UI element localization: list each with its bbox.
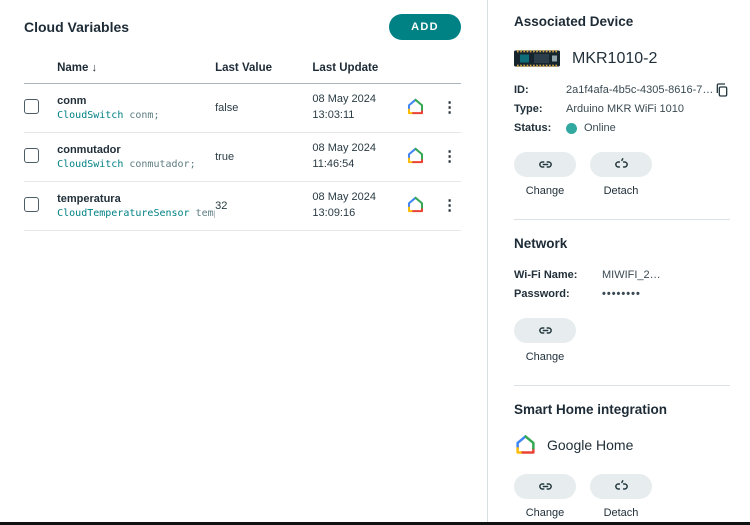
network-title: Network [514,236,568,251]
network-section: Network Wi-Fi Name: MIWIFI_2… Password: … [514,219,730,363]
variable-declaration: CloudTemperatureSensor temp… [57,207,215,219]
detach-integration-button[interactable] [590,474,652,499]
integration-column-header [406,56,439,84]
copy-id-icon[interactable] [714,82,730,98]
integration-service-name: Google Home [547,436,634,453]
row-checkbox[interactable] [24,147,39,163]
panel-header: Cloud Variables ADD [24,14,461,40]
change-integration-label: Change [525,507,565,519]
device-summary: MKR1010-2 [514,49,730,68]
wifi-name-value: MIWIFI_2… [602,269,661,281]
table-row[interactable]: temperatura CloudTemperatureSensor temp…… [24,181,461,231]
wifi-name-row: Wi-Fi Name: MIWIFI_2… [514,269,730,281]
password-label: Password: [514,288,570,300]
detach-integration-label: Detach [603,507,639,519]
wifi-name-label: Wi-Fi Name: [514,269,578,281]
row-menu-button[interactable]: ⋮ [438,83,461,133]
cloud-variables-panel: Cloud Variables ADD Name ↓ Last Value Las… [0,0,487,522]
link-icon [537,322,554,339]
change-device-label: Change [525,185,565,197]
variable-name: temperatura [57,192,121,205]
last-value: true [215,132,313,182]
smart-home-actions: Change Detach [514,474,730,519]
google-home-icon [406,195,425,214]
google-home-icon [406,146,425,165]
detach-device-button[interactable] [590,152,652,177]
detach-device-label: Detach [603,185,639,197]
change-integration-button[interactable] [514,474,576,499]
associated-device-title: Associated Device [514,14,634,29]
broken-link-icon [613,156,630,173]
type-value: Arduino MKR WiFi 1010 [566,103,684,115]
page-title: Cloud Variables [24,19,130,35]
link-icon [537,156,554,173]
change-network-action: Change [514,318,576,363]
device-actions: Change Detach [514,152,730,197]
device-name: MKR1010-2 [572,49,658,67]
smart-home-section: Smart Home integration Google Home Chang… [514,385,730,519]
table-header-row: Name ↓ Last Value Last Update [24,56,461,84]
name-header-label: Name [57,62,89,74]
iot-cloud-thing-page: Cloud Variables ADD Name ↓ Last Value Las… [0,0,750,525]
associated-device-section: Associated Device MKR1010-2 ID: 2a1f4afa… [514,14,730,197]
id-label: ID: [514,84,529,96]
last-update: 08 May 2024 13:03:11 [312,83,407,133]
menu-column-header [438,56,461,84]
device-status-row: Status: Online [514,122,730,134]
last-update: 08 May 2024 11:46:54 [312,132,407,182]
device-board-image [514,49,560,68]
status-label: Status: [514,122,552,134]
last-value: 32 [215,181,313,231]
row-checkbox[interactable] [24,98,39,114]
last-value: false [215,83,313,133]
table-row[interactable]: conm CloudSwitch conm; false 08 May 2024… [24,83,461,133]
smart-home-title: Smart Home integration [514,402,668,417]
add-variable-button[interactable]: ADD [389,14,461,40]
change-integration-action: Change [514,474,576,519]
type-label: Type: [514,103,543,115]
variable-name: conmutador [57,143,121,156]
last-update-column-header: Last Update [312,56,407,84]
broken-link-icon [613,478,630,495]
name-column-header[interactable]: Name ↓ [57,56,216,84]
integration-service-row: Google Home [514,433,730,456]
variable-declaration: CloudSwitch conmutador; [57,158,196,170]
detach-integration-action: Detach [590,474,652,519]
status-value: Online [584,122,616,134]
link-icon [537,478,554,495]
last-update: 08 May 2024 13:09:16 [312,181,407,231]
checkbox-column-header [24,56,58,84]
online-status-dot [566,122,577,134]
sort-desc-icon[interactable]: ↓ [91,62,97,74]
id-value: 2a1f4afa-4b5c-4305-8616-7… [566,84,714,96]
google-home-icon [406,97,425,116]
password-row: Password: •••••••• [514,288,730,300]
row-menu-button[interactable]: ⋮ [438,132,461,182]
device-type-row: Type: Arduino MKR WiFi 1010 [514,103,730,115]
change-device-button[interactable] [514,152,576,177]
change-device-action: Change [514,152,576,197]
device-id-row: ID: 2a1f4afa-4b5c-4305-8616-7… [514,84,730,96]
row-checkbox[interactable] [24,196,39,212]
variable-name: conm [57,94,87,107]
network-actions: Change [514,318,730,363]
google-home-icon [514,433,537,456]
detach-device-action: Detach [590,152,652,197]
change-network-label: Change [525,351,565,363]
variables-table: Name ↓ Last Value Last Update conm CloudS… [24,56,461,231]
last-value-column-header: Last Value [215,56,313,84]
change-network-button[interactable] [514,318,576,343]
password-value: •••••••• [602,288,641,300]
device-sidebar: Associated Device MKR1010-2 ID: 2a1f4afa… [487,0,750,522]
table-row[interactable]: conmutador CloudSwitch conmutador; true … [24,132,461,182]
row-menu-button[interactable]: ⋮ [438,181,461,231]
variable-declaration: CloudSwitch conm; [57,109,160,121]
